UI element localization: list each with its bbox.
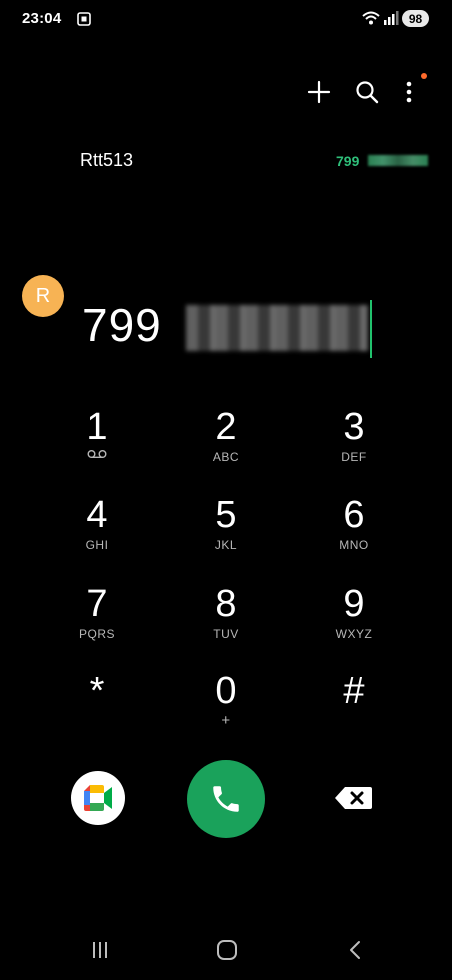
key-digit: 7 xyxy=(86,583,108,625)
number-display[interactable]: 799 xyxy=(0,285,452,370)
recents-button[interactable] xyxy=(80,930,120,970)
back-button[interactable] xyxy=(335,930,375,970)
key-digit: 9 xyxy=(343,583,365,625)
key-7[interactable]: 7 PQRS xyxy=(47,583,147,653)
contact-suggestion-row[interactable]: R Rtt513 799 xyxy=(0,134,452,317)
key-3[interactable]: 3 DEF xyxy=(304,406,404,476)
status-bar: 23:04 98 xyxy=(0,0,452,40)
key-letters: ABC xyxy=(212,450,240,464)
key-8[interactable]: 8 TUV xyxy=(176,583,276,653)
key-letters: TUV xyxy=(213,627,239,641)
key-digit: 2 xyxy=(215,406,237,448)
google-meet-icon xyxy=(84,785,112,811)
more-vert-icon xyxy=(406,81,412,103)
navigation-bar xyxy=(0,930,452,980)
home-icon xyxy=(217,940,237,960)
search-button[interactable] xyxy=(352,77,382,107)
dialed-number-redacted xyxy=(186,305,368,351)
wifi-icon xyxy=(362,11,380,25)
key-digit: 6 xyxy=(343,494,365,536)
text-cursor xyxy=(370,300,372,358)
key-2[interactable]: 2 ABC xyxy=(176,406,276,476)
key-digit: 4 xyxy=(86,494,108,536)
key-digit: 0 xyxy=(215,670,237,712)
key-6[interactable]: 6 MNO xyxy=(304,494,404,564)
key-letters: GHI xyxy=(85,538,109,552)
key-digit: 8 xyxy=(215,583,237,625)
dialed-number: 799 xyxy=(82,299,162,351)
key-letters: JKL xyxy=(214,538,238,552)
contact-name: Rtt513 xyxy=(80,150,134,170)
key-letters: MNO xyxy=(339,538,369,552)
video-call-button[interactable] xyxy=(71,771,125,825)
key-digit: # xyxy=(343,670,365,712)
key-9[interactable]: 9 WXYZ xyxy=(304,583,404,653)
add-contact-button[interactable] xyxy=(304,77,334,107)
battery-indicator: 98 xyxy=(402,10,429,27)
key-digit: 1 xyxy=(86,406,108,448)
matched-number: 799 xyxy=(336,153,360,169)
key-0[interactable]: 0 + xyxy=(176,670,276,740)
key-5[interactable]: 5 JKL xyxy=(176,494,276,564)
key-letters: WXYZ xyxy=(335,627,373,641)
key-plus: + xyxy=(221,712,231,729)
backspace-icon[interactable] xyxy=(334,785,374,811)
status-time: 23:04 xyxy=(22,10,62,27)
notification-dot xyxy=(421,73,427,79)
key-letters: PQRS xyxy=(78,627,115,641)
recents-icon xyxy=(93,942,107,958)
key-4[interactable]: 4 GHI xyxy=(47,494,147,564)
phone-icon xyxy=(213,786,239,812)
key-letters: DEF xyxy=(341,450,367,464)
search-icon xyxy=(356,81,379,104)
key-digit: * xyxy=(89,670,105,712)
key-digit: 3 xyxy=(343,406,365,448)
key-hash[interactable]: # xyxy=(304,670,404,740)
key-digit: 5 xyxy=(215,494,237,536)
plus-icon xyxy=(307,80,331,104)
matched-number-redacted xyxy=(368,155,428,166)
battery-level: 98 xyxy=(408,11,423,26)
signal-icon xyxy=(384,11,399,25)
key-star[interactable]: * xyxy=(47,670,147,740)
call-button[interactable] xyxy=(187,760,265,838)
voicemail-icon xyxy=(87,450,107,458)
key-1[interactable]: 1 xyxy=(47,406,147,476)
home-button[interactable] xyxy=(207,930,247,970)
more-options-button[interactable] xyxy=(394,77,424,107)
back-icon xyxy=(350,941,360,959)
screen-record-icon xyxy=(77,12,91,26)
